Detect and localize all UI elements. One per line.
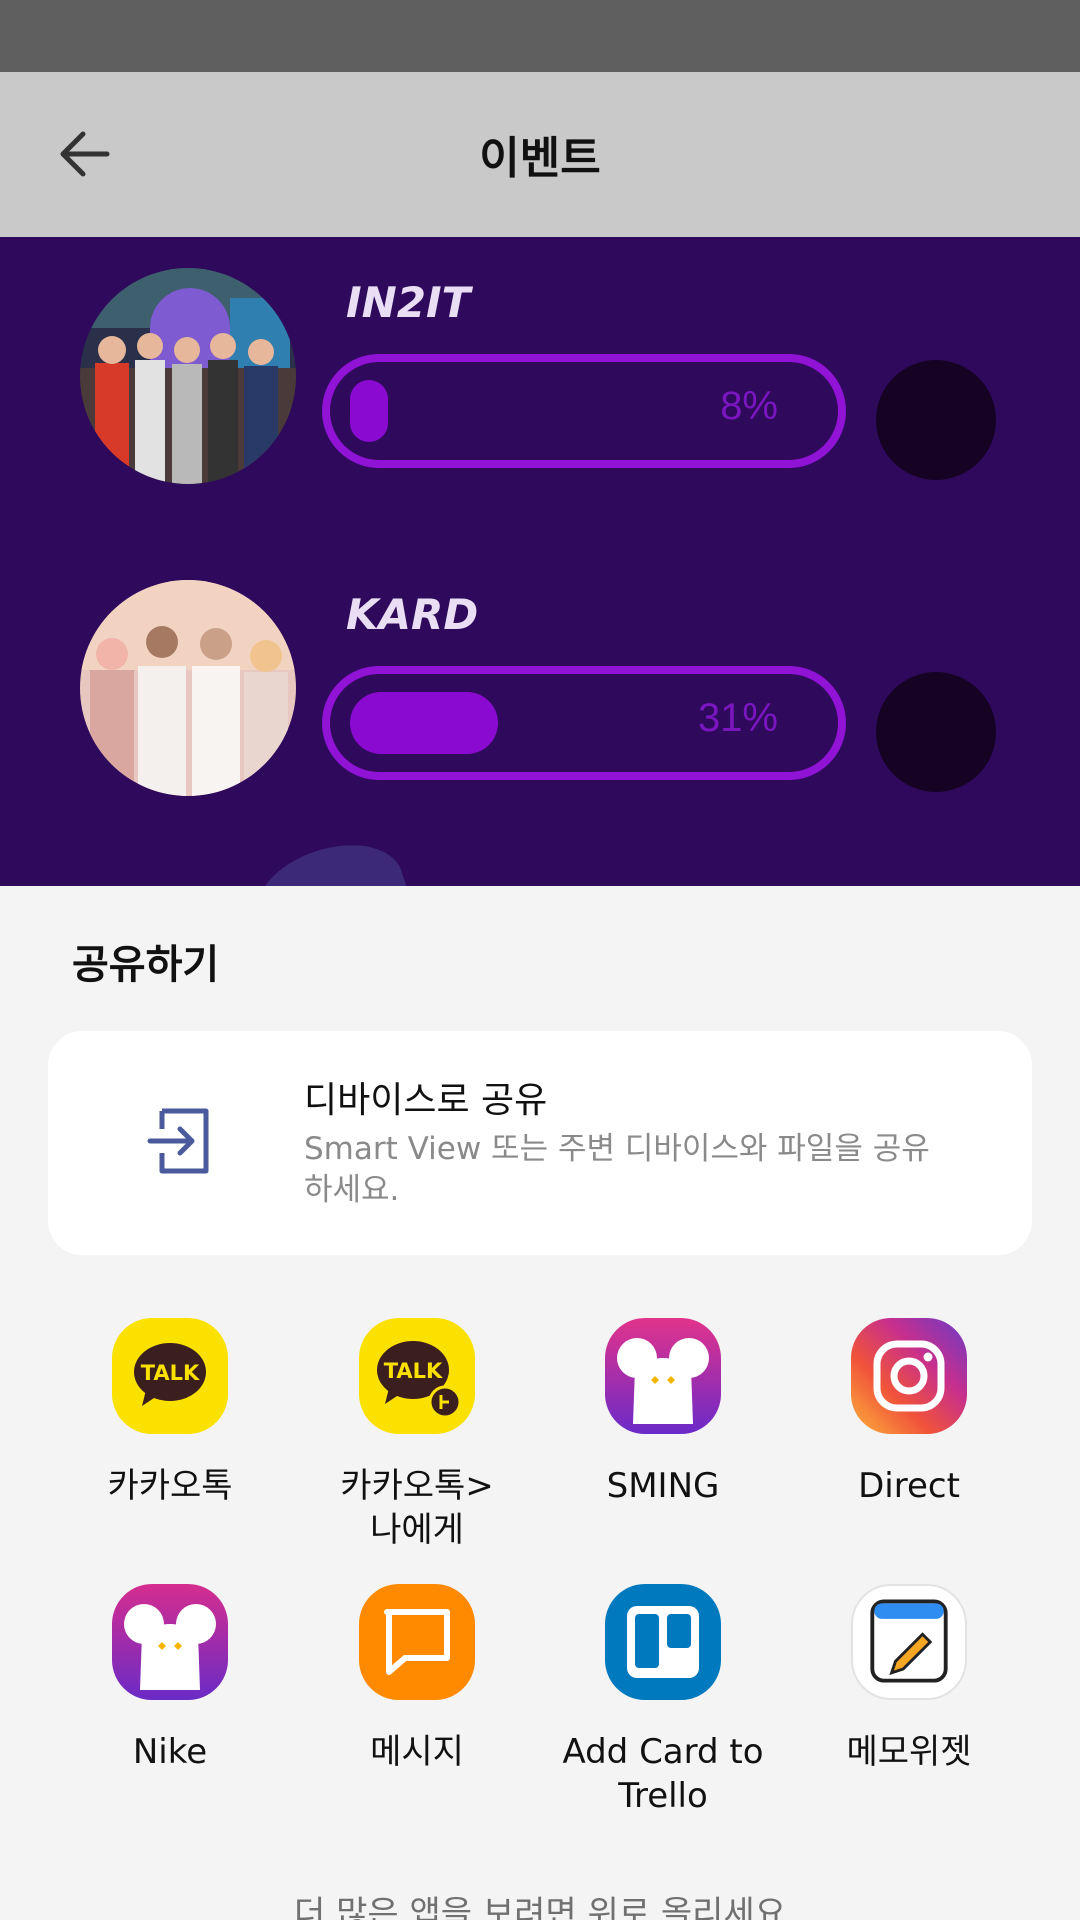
sming-icon bbox=[605, 1318, 721, 1434]
app-label: SMING bbox=[606, 1466, 720, 1506]
app-bar: 이벤트 bbox=[0, 72, 1080, 237]
vote-percent: 31% bbox=[697, 696, 778, 740]
group-photo-kard bbox=[80, 580, 296, 796]
nike-app-icon bbox=[112, 1584, 228, 1700]
vote-progress-fill bbox=[350, 692, 498, 754]
share-to-device-card[interactable]: 디바이스로 공유 Smart View 또는 주변 디바이스와 파일을 공유하세… bbox=[48, 1031, 1032, 1255]
memo-widget-icon bbox=[851, 1584, 967, 1700]
share-app-sming[interactable]: SMING bbox=[543, 1318, 783, 1508]
instagram-icon bbox=[851, 1318, 967, 1434]
scroll-up-hint: 더 많은 앱을 보려면 위로 올리세요 bbox=[294, 1894, 786, 1920]
share-app-trello[interactable]: Add Card to Trello bbox=[543, 1584, 783, 1818]
vote-button[interactable] bbox=[876, 672, 996, 792]
event-vote-area: IN2IT 8% KARD 31% bbox=[0, 237, 1080, 886]
share-app-kakaotalk-me[interactable]: TALK 카카오톡> 나에게 bbox=[297, 1318, 537, 1552]
share-to-device-description: Smart View 또는 주변 디바이스와 파일을 공유하세요. bbox=[304, 1131, 930, 1208]
vote-row-in2it[interactable]: IN2IT 8% bbox=[0, 237, 1080, 484]
svg-text:TALK: TALK bbox=[384, 1359, 443, 1383]
page-title: 이벤트 bbox=[479, 133, 601, 184]
share-to-device-title: 디바이스로 공유 bbox=[304, 1080, 548, 1121]
app-label: 카카오톡> 나에게 bbox=[340, 1466, 494, 1550]
message-icon bbox=[359, 1584, 475, 1700]
share-app-nike[interactable]: Nike bbox=[50, 1584, 290, 1774]
vote-row-kard[interactable]: KARD 31% bbox=[0, 544, 1080, 796]
svg-text:TALK: TALK bbox=[141, 1361, 200, 1385]
share-app-memo-widget[interactable]: 메모위젯 bbox=[789, 1584, 1029, 1774]
trello-icon bbox=[605, 1584, 721, 1700]
vote-progress-bar: 8% bbox=[322, 354, 846, 468]
decorative-shape bbox=[244, 828, 416, 886]
share-app-kakaotalk[interactable]: TALK 카카오톡 bbox=[50, 1318, 290, 1508]
app-label: Nike bbox=[132, 1732, 208, 1772]
vote-percent: 8% bbox=[720, 384, 778, 428]
share-app-instagram-direct[interactable]: Direct bbox=[789, 1318, 1029, 1508]
share-to-device-icon bbox=[147, 1108, 209, 1174]
app-label: 메모위젯 bbox=[846, 1732, 972, 1772]
share-app-messages[interactable]: 메시지 bbox=[297, 1584, 537, 1774]
app-label: 카카오톡 bbox=[107, 1466, 233, 1506]
group-name: KARD bbox=[346, 590, 479, 639]
kakaotalk-me-icon: TALK bbox=[359, 1318, 475, 1434]
vote-progress-bar: 31% bbox=[322, 666, 846, 780]
group-name: IN2IT bbox=[346, 278, 471, 327]
share-sheet-title: 공유하기 bbox=[72, 942, 220, 988]
share-sheet: 공유하기 디바이스로 공유 Smart View 또는 주변 디바이스와 파일을… bbox=[0, 886, 1080, 1920]
vote-progress-fill bbox=[350, 380, 388, 442]
app-label: Add Card to Trello bbox=[562, 1732, 764, 1816]
group-photo-in2it bbox=[80, 268, 296, 484]
status-bar bbox=[0, 0, 1080, 72]
app-label: 메시지 bbox=[370, 1732, 464, 1772]
kakaotalk-icon: TALK bbox=[112, 1318, 228, 1434]
app-label: Direct bbox=[858, 1466, 960, 1506]
vote-button[interactable] bbox=[876, 360, 996, 480]
